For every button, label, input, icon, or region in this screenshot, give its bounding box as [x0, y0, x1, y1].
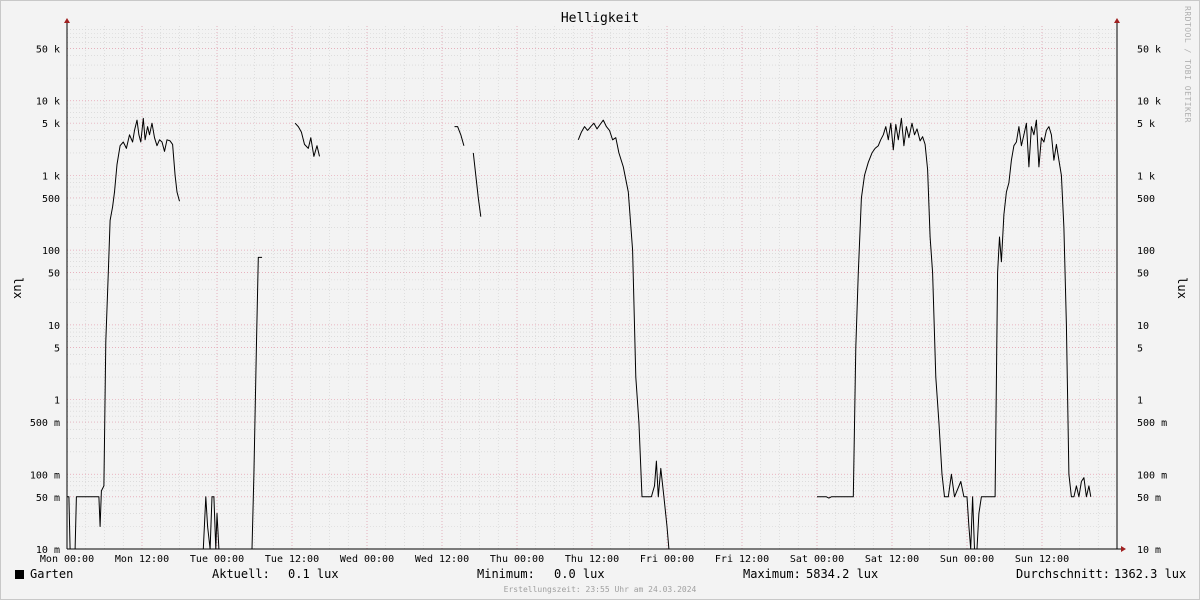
y-tick-label-left: 10 — [48, 321, 60, 332]
x-tick-label: Fri 00:00 — [640, 554, 694, 565]
y-tick-label-right: 50 m — [1137, 493, 1161, 504]
x-tick-label: Wed 12:00 — [415, 554, 469, 565]
series-lines — [67, 117, 1092, 550]
series-line-garten — [472, 152, 482, 217]
y-tick-label-right: 10 — [1137, 321, 1149, 332]
legend-swatch — [15, 570, 24, 579]
y-axis-arrow-right — [1114, 18, 1120, 23]
x-tick-label: Sun 00:00 — [940, 554, 994, 565]
y-tick-label-left: 5 — [54, 343, 60, 354]
y-tick-label-right: 1 — [1137, 396, 1143, 407]
y-tick-label-right: 10 m — [1137, 545, 1161, 556]
x-tick-label: Mon 00:00 — [40, 554, 94, 565]
y-tick-label-left: 50 m — [36, 493, 60, 504]
y-tick-label-right: 5 — [1137, 343, 1143, 354]
grid-major — [66, 26, 1117, 550]
legend-max-label: Maximum: — [743, 567, 801, 581]
x-tick-label: Thu 00:00 — [490, 554, 544, 565]
y-tick-label-left: 5 k — [42, 119, 60, 130]
y-tick-label-left: 100 m — [30, 470, 60, 481]
x-tick-label: Thu 12:00 — [565, 554, 619, 565]
y-tick-labels-right: 10 m 50 m 100 m 500 m 1 5 10 50 100 500 1 k 5 k 10 k… — [1137, 44, 1167, 556]
legend-min-value: 0.0 lux — [554, 567, 605, 581]
legend-series-name: Garten — [30, 567, 74, 581]
legend-current-value: 0.1 lux — [288, 567, 339, 581]
brightness-chart: 10 m 50 m 100 m 500 m 1 5 10 50 100 500 1 k 5 k 10 k… — [11, 11, 1189, 565]
x-tick-label: Fri 12:00 — [715, 554, 769, 565]
y-tick-label-left: 50 k — [36, 44, 60, 55]
y-tick-label-right: 500 m — [1137, 418, 1167, 429]
y-tick-label-right: 100 — [1137, 246, 1155, 257]
series-line-garten — [817, 117, 1092, 550]
x-tick-label: Mon 12:00 — [115, 554, 169, 565]
y-tick-label-right: 50 k — [1137, 44, 1161, 55]
y-tick-label-left: 50 — [48, 269, 60, 280]
x-tick-labels: Mon 00:00 Mon 12:00 Tue 00:00 Tue 12:00 Wed … — [40, 554, 1069, 565]
y-tick-label-right: 1 k — [1137, 171, 1155, 182]
legend-current-label: Aktuell: — [212, 567, 270, 581]
y-tick-label-left: 500 m — [30, 418, 60, 429]
rrdtool-watermark: RRDTOOL / TOBI OETIKER — [1183, 6, 1192, 123]
x-tick-label: Sat 00:00 — [790, 554, 844, 565]
y-tick-label-left: 100 — [42, 246, 60, 257]
y-tick-label-right: 50 — [1137, 269, 1149, 280]
y-tick-label-left: 1 k — [42, 171, 60, 182]
x-tick-label: Sun 12:00 — [1015, 554, 1069, 565]
y-tick-label-right: 5 k — [1137, 119, 1155, 130]
legend-max-value: 5834.2 lux — [806, 567, 879, 581]
y-axis-label-left: lux — [11, 277, 25, 299]
creation-time-footer: Erstellungszeit: 23:55 Uhr am 24.03.2024 — [503, 585, 697, 594]
chart-title: Helligkeit — [561, 11, 639, 26]
y-axis-label-right: lux — [1175, 277, 1189, 299]
y-tick-label-left: 10 k — [36, 97, 60, 108]
y-axis-arrow-left — [64, 18, 70, 23]
x-tick-label: Tue 00:00 — [190, 554, 244, 565]
series-line-garten — [454, 126, 465, 146]
x-tick-label: Wed 00:00 — [340, 554, 394, 565]
y-tick-label-right: 500 — [1137, 194, 1155, 205]
x-tick-label: Tue 12:00 — [265, 554, 319, 565]
legend-min-label: Minimum: — [477, 567, 535, 581]
series-line-garten — [577, 119, 670, 550]
y-tick-label-left: 500 — [42, 194, 60, 205]
legend-avg-label: Durchschnitt: — [1016, 567, 1110, 581]
y-tick-labels-left: 10 m50 m100 m500 m1510501005001 k5 k10 k… — [30, 44, 60, 556]
y-tick-label-right: 100 m — [1137, 470, 1167, 481]
x-axis-arrow — [1121, 546, 1126, 552]
y-tick-label-right: 10 k — [1137, 97, 1161, 108]
y-tick-label-left: 1 — [54, 396, 60, 407]
legend-avg-value: 1362.3 lux — [1114, 567, 1187, 581]
x-tick-label: Sat 12:00 — [865, 554, 919, 565]
